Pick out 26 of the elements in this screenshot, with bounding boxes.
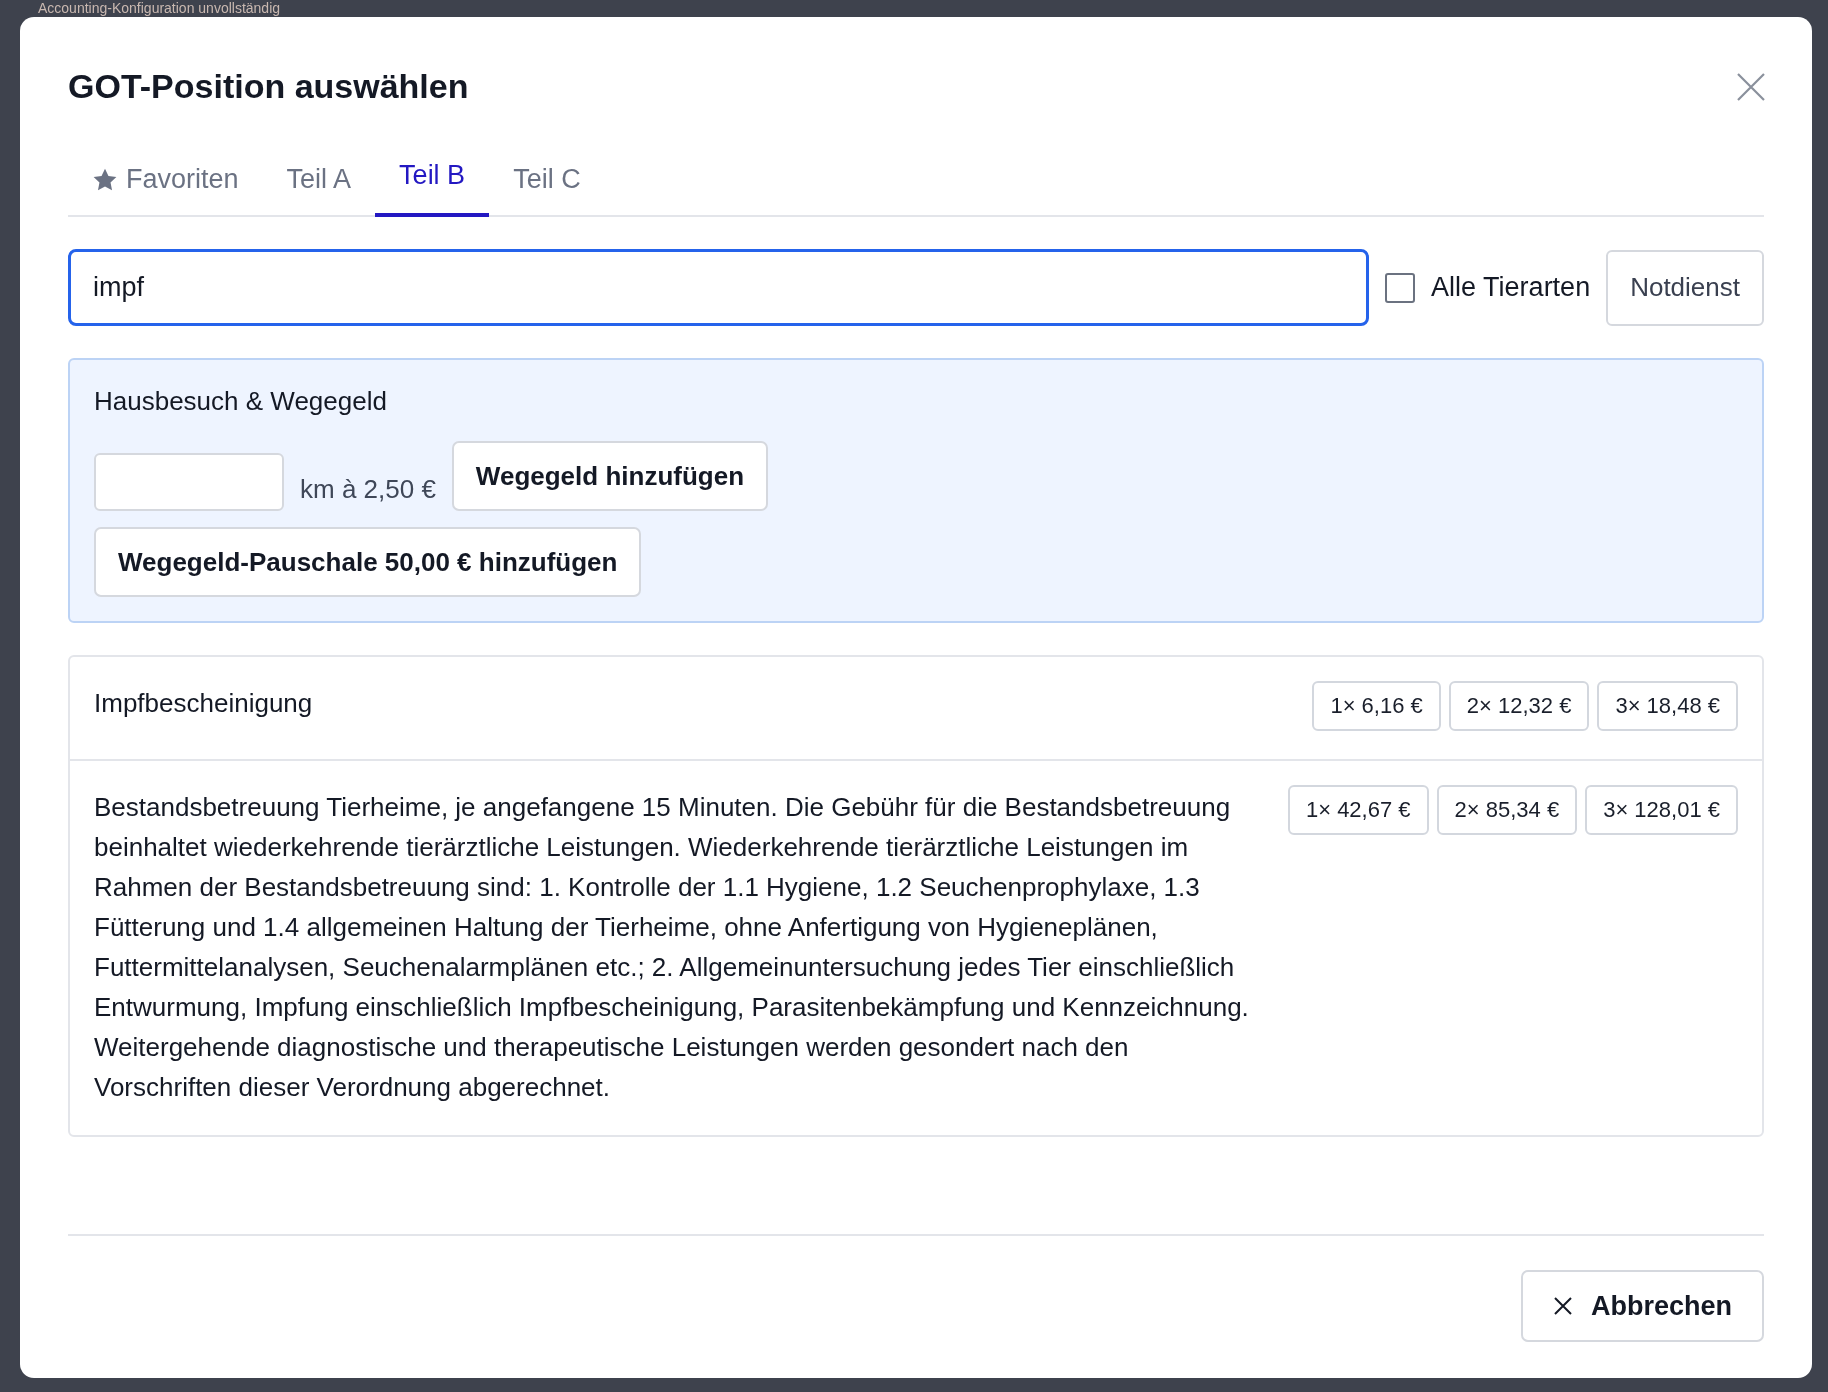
price-button[interactable]: 2× 85,34 €: [1436, 785, 1578, 835]
price-button[interactable]: 1× 6,16 €: [1312, 681, 1441, 731]
cancel-button[interactable]: Abbrechen: [1520, 1270, 1764, 1342]
price-button[interactable]: 1× 42,67 €: [1287, 785, 1429, 835]
checkbox-icon[interactable]: [1385, 272, 1416, 303]
search-field[interactable]: impf: [68, 249, 1370, 326]
km-field[interactable]: [94, 453, 284, 511]
tab[interactable]: Teil C: [489, 150, 605, 217]
km-rate-label: km à 2,50 €: [300, 474, 436, 506]
tab[interactable]: Teil A: [262, 150, 376, 217]
all-species-checkbox[interactable]: Alle Tierarten: [1385, 272, 1591, 303]
panel-title: Hausbesuch & Wegegeld: [94, 386, 388, 417]
add-mileage-button[interactable]: Wegegeld hinzufügen: [451, 441, 769, 511]
price-button[interactable]: 3× 128,01 €: [1585, 785, 1738, 835]
tab[interactable]: Favoriten: [68, 150, 263, 217]
banner-text: Accounting-Konfiguration unvollständig: [38, 0, 281, 16]
position-description: Bestandsbetreuung Tierheime, je angefangene 15 Minuten. Die Gebühr für die Bestandsbetreuung beinhaltet wiederkehrende tierärztliche Leistungen. Wiederkehrende tierärztliche Leistungen im Rahmen der Bestandsbetreuung sind: 1. Kontrolle der 1.1 Hygiene, 1.2 Seuchenprophylaxe, 1.3 Fütterung und 1.4 allgemeinen Haltung der Tierheime, ohne Anfertigung von Hygieneplänen, Futtermittelanalysen, Seuchenalarmplänen etc.; 2. Allgemeinuntersuchung jedes Tier einschließlich Entwurmung, Impfung einschließlich Impfbescheinigung, Parasitenbekämpfung und Kennzeichnung. Weitergehende diagnostische und therapeutische Leistungen werden gesondert nach den Vorschriften dieser Verordnung abgerechnet.: [94, 791, 1250, 1104]
close-icon: [1552, 1296, 1573, 1316]
tab[interactable]: Teil B: [375, 150, 490, 217]
close-icon[interactable]: [1736, 71, 1766, 102]
flat-rate-button[interactable]: Wegegeld-Pauschale 50,00 € hinzufügen: [94, 527, 642, 597]
position-description: Impfbescheinigung: [94, 687, 313, 720]
dialog-title: GOT-Position auswählen: [68, 67, 469, 106]
price-button[interactable]: 3× 18,48 €: [1597, 681, 1738, 731]
price-button[interactable]: 2× 12,32 €: [1448, 681, 1590, 731]
emergency-button[interactable]: Notdienst: [1606, 249, 1764, 326]
